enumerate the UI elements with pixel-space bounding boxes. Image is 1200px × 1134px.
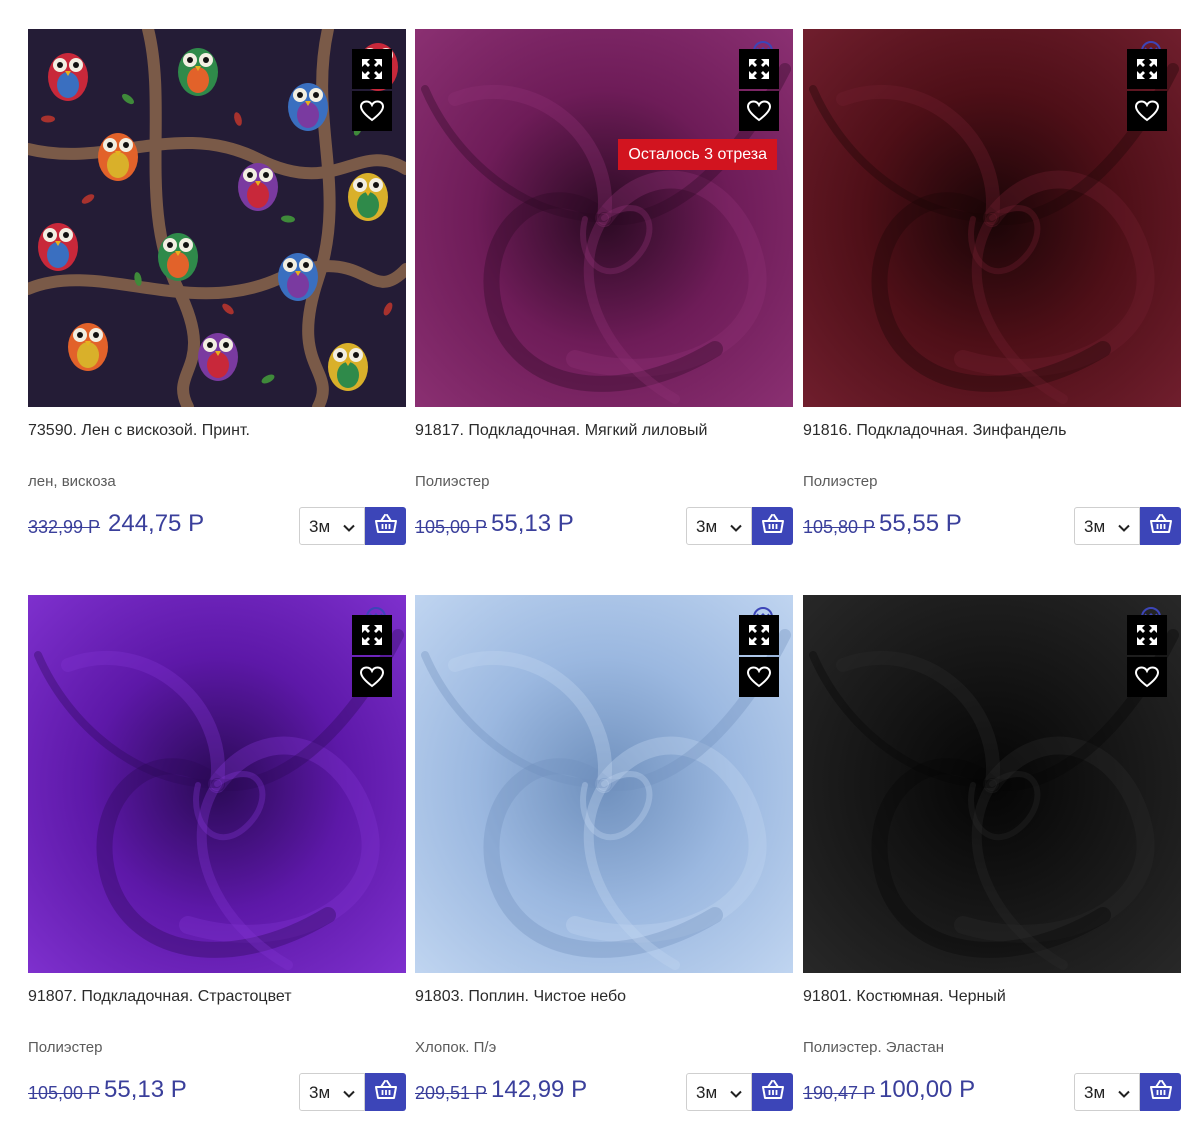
add-to-cart-button[interactable] <box>1140 507 1181 545</box>
product-material: Полиэстер <box>415 473 490 490</box>
length-select[interactable]: 3м <box>1074 507 1140 545</box>
product-image[interactable] <box>803 595 1181 973</box>
product-image[interactable] <box>28 595 406 973</box>
basket-icon <box>374 513 397 539</box>
price-row: 105,00 Р 55,13 Р 3м <box>415 507 793 547</box>
fabric-photo <box>803 595 1181 973</box>
chevron-down-icon <box>729 1086 743 1100</box>
price-row: 332,99 Р 244,75 Р 3м <box>28 507 406 547</box>
chevron-down-icon <box>729 520 743 534</box>
length-value: 3м <box>1084 517 1106 536</box>
expand-icon[interactable] <box>739 49 779 89</box>
fabric-photo <box>415 29 793 407</box>
old-price: 209,51 Р <box>415 1083 488 1103</box>
add-to-cart-button[interactable] <box>752 1073 793 1111</box>
product-card[interactable]: 91803. Поплин. Чистое небо Хлопок. П/э 209… <box>415 595 793 1115</box>
current-price: 55,13 Р <box>104 1076 187 1103</box>
old-price: 105,00 Р <box>28 1083 101 1103</box>
expand-icon[interactable] <box>1127 49 1167 89</box>
product-card[interactable]: 91807. Подкладочная. Страстоцвет Полиэсте… <box>28 595 406 1115</box>
expand-icon[interactable] <box>739 615 779 655</box>
length-value: 3м <box>1084 1083 1106 1102</box>
add-to-cart-button[interactable] <box>365 507 406 545</box>
current-price: 100,00 Р <box>879 1076 976 1103</box>
length-value: 3м <box>309 1083 331 1102</box>
product-title[interactable]: 91817. Подкладочная. Мягкий лиловый <box>415 421 793 441</box>
current-price: 55,55 Р <box>879 510 962 537</box>
basket-icon <box>1149 513 1172 539</box>
favorite-heart-icon[interactable] <box>1127 91 1167 131</box>
favorite-heart-icon[interactable] <box>1127 657 1167 697</box>
product-image[interactable] <box>415 595 793 973</box>
product-card[interactable]: Осталось 3 отреза 91817. Подкладочная. Мя… <box>415 29 793 549</box>
old-price: 332,99 Р <box>28 517 101 537</box>
favorite-heart-icon[interactable] <box>352 657 392 697</box>
fabric-photo <box>28 29 406 407</box>
add-to-cart-button[interactable] <box>365 1073 406 1111</box>
chevron-down-icon <box>1117 1086 1131 1100</box>
product-title[interactable]: 91803. Поплин. Чистое небо <box>415 987 793 1007</box>
product-title[interactable]: 91816. Подкладочная. Зинфандель <box>803 421 1181 441</box>
price-row: 105,80 Р 55,55 Р 3м <box>803 507 1181 547</box>
product-card[interactable]: 91801. Костюмная. Черный Полиэстер. Эласт… <box>803 595 1181 1115</box>
product-grid: 73590. Лен с вискозой. Принт. лен, вискоз… <box>0 0 1200 1134</box>
chevron-down-icon <box>1117 520 1131 534</box>
product-material: Полиэстер. Эластан <box>803 1039 945 1056</box>
favorite-heart-icon[interactable] <box>739 657 779 697</box>
old-price: 190,47 Р <box>803 1083 876 1103</box>
favorite-heart-icon[interactable] <box>739 91 779 131</box>
length-value: 3м <box>696 517 718 536</box>
product-card[interactable]: 91816. Подкладочная. Зинфандель Полиэстер… <box>803 29 1181 549</box>
basket-icon <box>761 513 784 539</box>
length-value: 3м <box>696 1083 718 1102</box>
basket-icon <box>1149 1079 1172 1105</box>
favorite-heart-icon[interactable] <box>352 91 392 131</box>
fabric-photo <box>415 595 793 973</box>
product-material: Хлопок. П/э <box>415 1039 497 1056</box>
old-price: 105,80 Р <box>803 517 876 537</box>
length-select[interactable]: 3м <box>686 507 752 545</box>
expand-icon[interactable] <box>352 49 392 89</box>
product-title[interactable]: 73590. Лен с вискозой. Принт. <box>28 421 406 441</box>
product-card[interactable]: 73590. Лен с вискозой. Принт. лен, вискоз… <box>28 29 406 549</box>
product-title[interactable]: 91807. Подкладочная. Страстоцвет <box>28 987 406 1007</box>
product-title[interactable]: 91801. Костюмная. Черный <box>803 987 1181 1007</box>
add-to-cart-button[interactable] <box>752 507 793 545</box>
length-select[interactable]: 3м <box>686 1073 752 1111</box>
product-image[interactable]: Осталось 3 отреза <box>415 29 793 407</box>
basket-icon <box>761 1079 784 1105</box>
expand-icon[interactable] <box>352 615 392 655</box>
chevron-down-icon <box>342 1086 356 1100</box>
add-to-cart-button[interactable] <box>1140 1073 1181 1111</box>
product-image[interactable] <box>28 29 406 407</box>
length-select[interactable]: 3м <box>299 507 365 545</box>
length-select[interactable]: 3м <box>299 1073 365 1111</box>
product-material: Полиэстер <box>28 1039 103 1056</box>
expand-icon[interactable] <box>1127 615 1167 655</box>
old-price: 105,00 Р <box>415 517 488 537</box>
stock-badge: Осталось 3 отреза <box>618 139 777 170</box>
length-select[interactable]: 3м <box>1074 1073 1140 1111</box>
product-image[interactable] <box>803 29 1181 407</box>
price-row: 190,47 Р 100,00 Р 3м <box>803 1073 1181 1113</box>
current-price: 55,13 Р <box>491 510 574 537</box>
chevron-down-icon <box>342 520 356 534</box>
price-row: 209,51 Р 142,99 Р 3м <box>415 1073 793 1113</box>
fabric-photo <box>28 595 406 973</box>
length-value: 3м <box>309 517 331 536</box>
basket-icon <box>374 1079 397 1105</box>
current-price: 142,99 Р <box>491 1076 588 1103</box>
current-price: 244,75 Р <box>108 510 205 537</box>
product-material: Полиэстер <box>803 473 878 490</box>
price-row: 105,00 Р 55,13 Р 3м <box>28 1073 406 1113</box>
fabric-photo <box>803 29 1181 407</box>
product-material: лен, вискоза <box>28 473 116 490</box>
